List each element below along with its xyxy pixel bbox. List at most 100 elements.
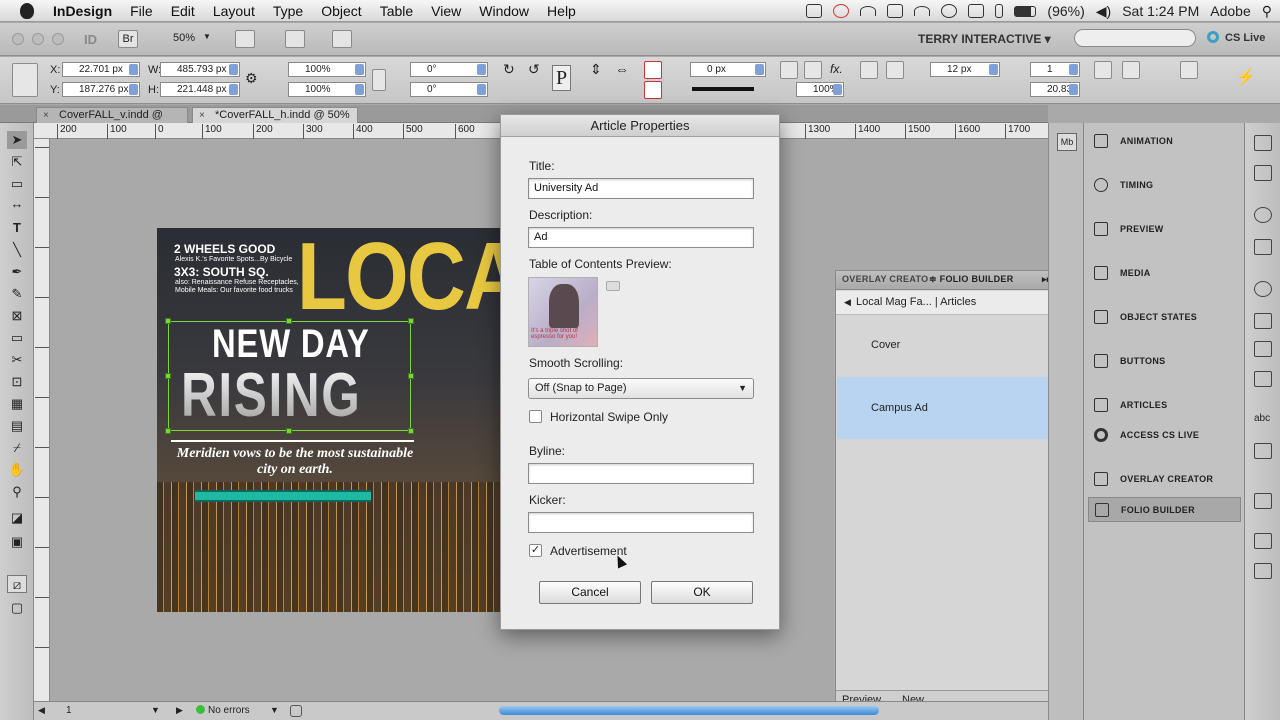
back-arrow-icon[interactable]: ◀ [844,291,851,314]
text-frame-icon[interactable]: P [552,65,572,91]
horizontal-swipe-checkbox[interactable] [529,410,542,423]
cs-live-button[interactable]: CS Live [1207,31,1265,44]
gutter-field[interactable]: 20.835 [1030,82,1080,97]
tab-overlay-creator[interactable]: OVERLAY CREATO [842,274,928,284]
menu-window[interactable]: Window [470,3,538,19]
view-options-button[interactable] [235,30,255,48]
close-tab-icon[interactable]: × [43,108,49,123]
x-field[interactable]: 22.701 px [62,62,140,77]
columns-field[interactable]: 1 [1030,62,1080,77]
opacity-field[interactable]: 100% [796,82,844,97]
menu-edit[interactable]: Edit [162,3,204,19]
resize-handle[interactable] [286,428,292,434]
fill-stroke-icon[interactable]: ◪ [7,509,27,527]
zoom-window-button[interactable] [52,33,64,45]
line-tool-icon[interactable]: ╲ [7,241,27,259]
color-icon[interactable] [1254,371,1272,387]
scale-y-field[interactable]: 100% [288,82,366,97]
page-number-field[interactable]: 1 [66,705,72,716]
align-center-icon[interactable] [886,61,904,79]
panel-buttons[interactable]: BUTTONS [1088,349,1241,374]
scale-x-field[interactable]: 100% [288,62,366,77]
panel-folio-builder[interactable]: FOLIO BUILDER [1088,497,1241,522]
gradient-tool-icon[interactable]: ▦ [7,395,27,413]
display-icon[interactable] [968,4,985,18]
page-tool-icon[interactable]: ▭ [7,175,27,193]
spelling-icon[interactable]: abc [1254,413,1272,429]
rotate-cw-icon[interactable]: ↻ [503,61,515,78]
workspace-switcher[interactable]: TERRY INTERACTIVE ▾ [918,32,1051,46]
article-row-cover[interactable]: Cover ▶ [837,316,1080,374]
bridge-button[interactable]: Br [118,30,138,48]
spacing-field[interactable]: 12 px [930,62,1000,77]
resize-handle[interactable] [165,318,171,324]
scissors-tool-icon[interactable]: ✂ [7,351,27,369]
bluetooth-icon[interactable] [995,4,1004,18]
rotate-ccw-icon[interactable]: ↺ [528,61,540,78]
close-window-button[interactable] [12,33,24,45]
screen-mode-button[interactable] [285,30,305,48]
rectangle-frame-tool-icon[interactable]: ⊠ [7,307,27,325]
preflight-status[interactable]: No errors [196,705,250,716]
menu-app[interactable]: InDesign [44,3,121,19]
menu-type[interactable]: Type [264,3,312,19]
h-field[interactable]: 221.448 px [160,82,240,97]
panel-access-cs-live[interactable]: ACCESS CS LIVE [1088,423,1241,448]
flip-vertical-icon[interactable]: ⇕ [590,61,602,78]
stroke-type-icon[interactable] [692,87,754,91]
advertisement-checkbox[interactable]: ✓ [529,544,542,557]
mini-bridge-icon[interactable]: Mb [1057,133,1077,151]
vertical-justify-icon[interactable] [1094,61,1112,79]
constrain-proportions-icon[interactable]: ⚙ [245,70,258,87]
minimize-window-button[interactable] [32,33,44,45]
type-tool-icon[interactable]: T [7,219,27,237]
menu-layout[interactable]: Layout [204,3,264,19]
free-transform-tool-icon[interactable]: ⊡ [7,373,27,391]
close-tab-icon[interactable]: × [199,108,205,123]
spotlight-icon[interactable]: ⚲ [1262,3,1272,20]
volume-icon[interactable]: ◀) [1096,3,1111,20]
fx-icon[interactable]: fx. [830,62,843,76]
pages-icon[interactable] [1254,135,1272,151]
page-dropdown-icon[interactable]: ▼ [151,705,160,715]
note-tool-icon[interactable]: ▤ [7,417,27,435]
arrange-documents-button[interactable] [332,30,352,48]
battery-icon[interactable] [1014,5,1037,17]
panel-preview[interactable]: PREVIEW [1088,217,1241,242]
effects-icon[interactable] [780,61,798,79]
menu-view[interactable]: View [422,3,470,19]
menu-file[interactable]: File [121,3,162,19]
zoom-tool-icon[interactable]: ⚲ [7,483,27,501]
preflight-dropdown-icon[interactable]: ▼ [270,705,279,715]
gap-tool-icon[interactable]: ↔ [7,195,27,213]
tab-coverfall-h[interactable]: × *CoverFALL_h.indd @ 50% [192,107,358,123]
y-field[interactable]: 187.276 px [62,82,140,97]
description-input[interactable]: Ad [528,227,754,248]
fill-swatch-icon[interactable] [644,61,662,79]
eyedropper-tool-icon[interactable]: ⌿ [7,439,27,457]
horizontal-scrollbar[interactable] [499,706,879,715]
layers-icon[interactable] [1254,239,1272,255]
pathfinder-icon[interactable] [1254,563,1272,579]
zoom-level[interactable]: 50% [173,32,195,44]
pencil-tool-icon[interactable]: ✎ [7,285,27,303]
gradient-icon[interactable] [1254,341,1272,357]
wifi-icon[interactable] [914,6,931,16]
kicker-input[interactable] [528,512,754,533]
panel-timing[interactable]: TIMING [1088,173,1241,198]
menu-object[interactable]: Object [312,3,370,19]
stroke-icon[interactable] [1254,313,1272,329]
apple-icon[interactable] [20,2,34,19]
tab-coverfall-v[interactable]: ×CoverFALL_v.indd @ 50% [36,107,188,136]
menu-help[interactable]: Help [538,3,585,19]
time-machine-icon[interactable] [941,4,958,18]
library-icon[interactable] [1254,443,1272,459]
panel-media[interactable]: MEDIA [1088,261,1241,286]
align-left-icon[interactable] [860,61,878,79]
resize-handle[interactable] [165,373,171,379]
link-scale-icon[interactable] [372,69,386,91]
shear-field[interactable]: 0° [410,82,488,97]
document-page[interactable]: LOCA 2 WHEELS GOOD Alexis K.'s Favorite … [157,228,500,612]
text-wrap-icon[interactable] [1122,61,1140,79]
panel-articles[interactable]: ARTICLES [1088,393,1241,418]
